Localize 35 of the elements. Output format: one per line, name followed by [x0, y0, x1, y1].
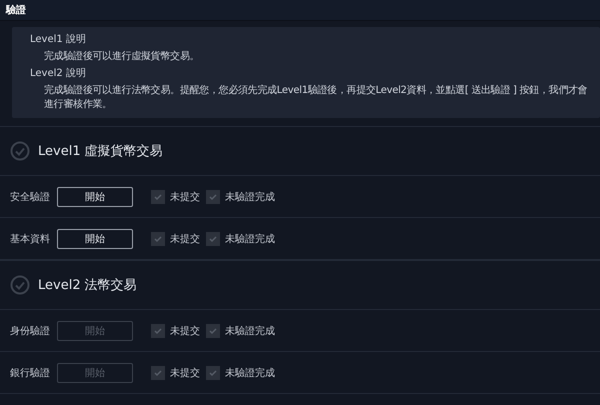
- check-circle-icon: [10, 275, 30, 295]
- row-label: 銀行驗證: [10, 366, 51, 380]
- check-icon: [208, 192, 218, 202]
- row-label: 身份驗證: [10, 324, 51, 338]
- info-title: Level2 說明: [30, 67, 87, 81]
- checkbox[interactable]: [151, 232, 165, 246]
- row-label: 安全驗證: [10, 190, 51, 204]
- checkbox-label: 未驗證完成: [225, 324, 275, 338]
- checkbox-label: 未提交: [170, 324, 200, 338]
- checkbox-label: 未驗證完成: [225, 232, 275, 246]
- info-text: 完成驗證後可以進行虛擬貨幣交易。: [43, 50, 200, 64]
- checkbox-label: 未提交: [170, 232, 200, 246]
- info-text: 完成驗證後可以進行法幣交易。提醒您，您必須先完成Level1驗證後，再提交Level2資料，並點選[ 送出驗證 ] 按鈕，我們才會進行審核作業。: [43, 84, 588, 112]
- section-title: Level2 法幣交易: [38, 277, 137, 294]
- check-icon: [208, 234, 218, 244]
- check-circle-icon: [10, 141, 30, 161]
- page-title: 驗證: [6, 4, 26, 17]
- check-icon: [153, 368, 163, 378]
- checkbox-label: 未驗證完成: [225, 190, 275, 204]
- checkbox-label: 未提交: [170, 190, 200, 204]
- section-title: Level1 虛擬貨幣交易: [38, 143, 163, 160]
- checkbox[interactable]: [151, 190, 165, 204]
- check-icon: [153, 192, 163, 202]
- checkbox-label: 未提交: [170, 366, 200, 380]
- info-title: Level1 說明: [30, 33, 87, 47]
- start-button[interactable]: 開始: [57, 228, 133, 248]
- check-icon: [153, 326, 163, 336]
- check-icon: [153, 234, 163, 244]
- checkbox[interactable]: [206, 190, 220, 204]
- checkbox-label: 未驗證完成: [225, 366, 275, 380]
- checkbox[interactable]: [206, 232, 220, 246]
- row-label: 基本資料: [10, 232, 51, 246]
- check-icon: [208, 326, 218, 336]
- start-button[interactable]: 開始: [57, 186, 133, 206]
- check-icon: [208, 368, 218, 378]
